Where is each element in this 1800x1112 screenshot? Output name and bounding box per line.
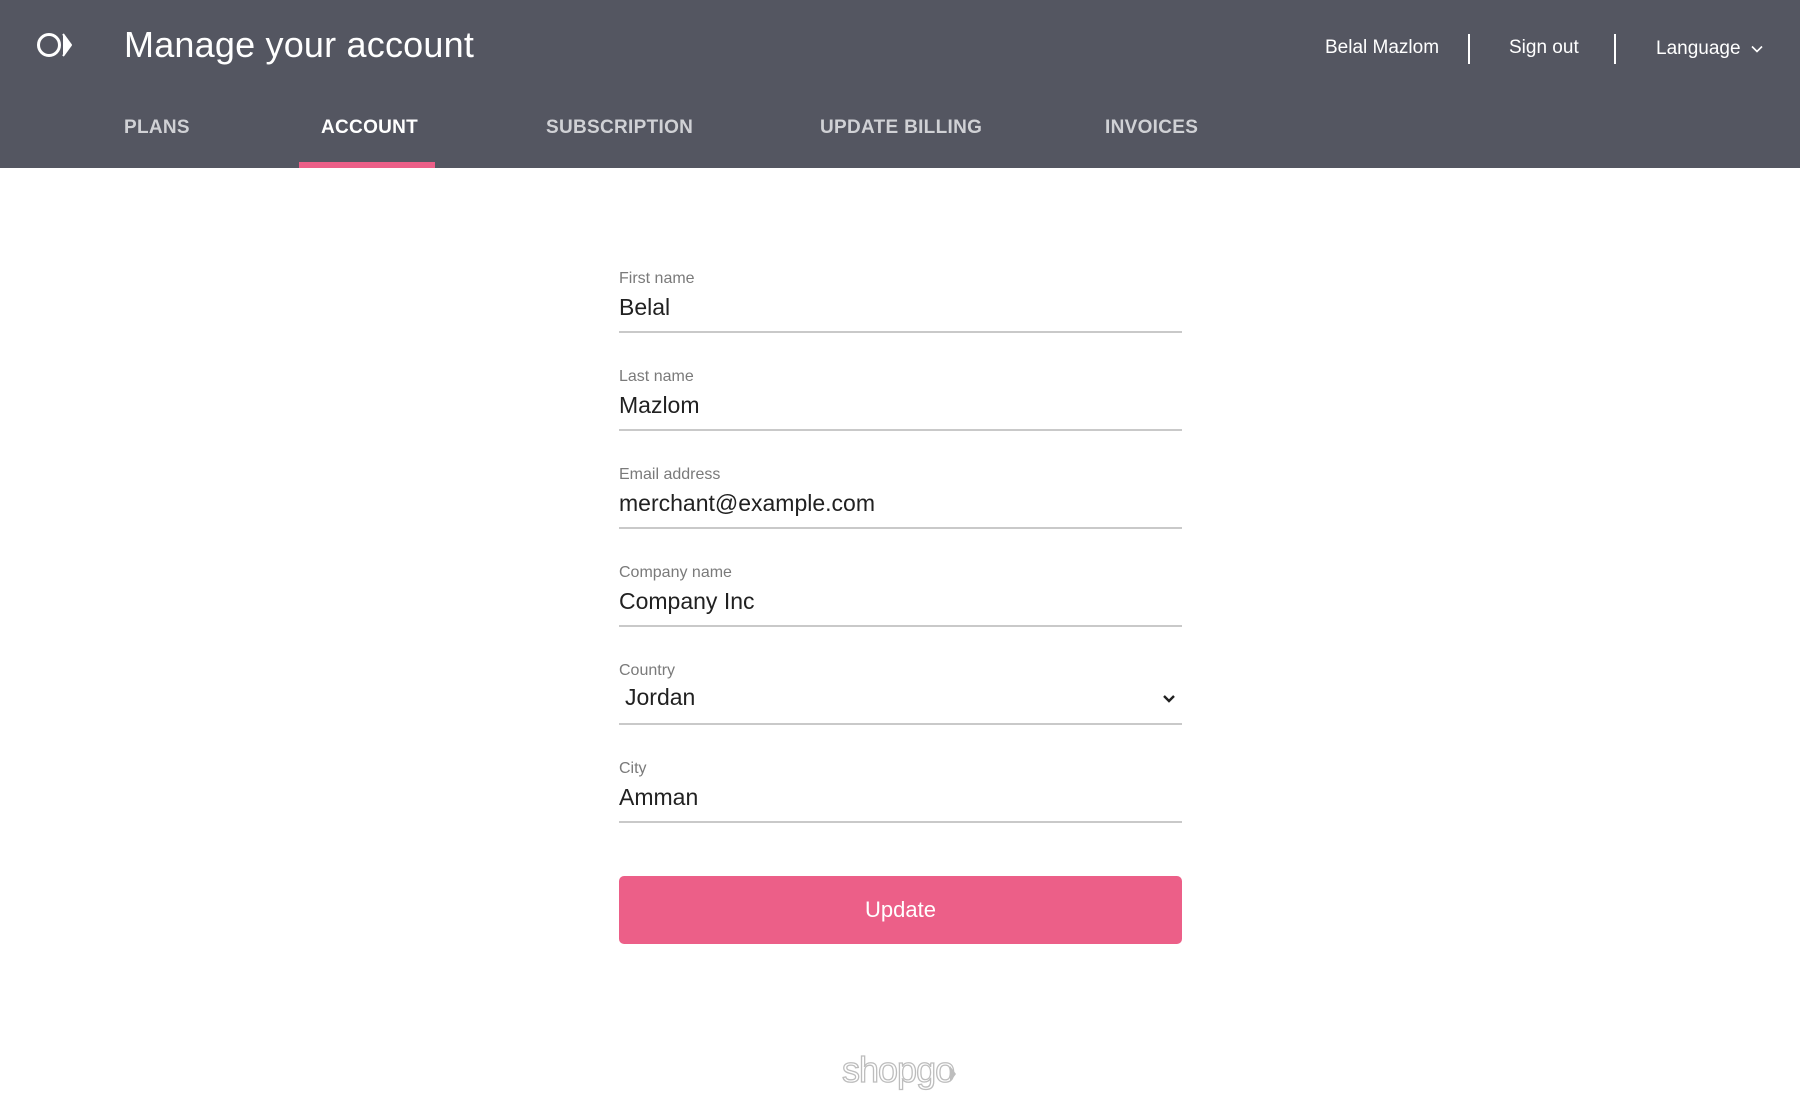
tab-plans[interactable]: PLANS	[124, 117, 190, 139]
tab-account[interactable]: ACCOUNT	[321, 117, 418, 139]
company-label: Company name	[619, 564, 732, 581]
field-underline	[619, 723, 1182, 725]
last-name-field: Last name	[619, 368, 1182, 464]
language-dropdown[interactable]: Language	[1656, 38, 1763, 60]
country-field: Country Jordan	[619, 662, 1182, 758]
tab-invoices[interactable]: INVOICES	[1105, 117, 1198, 139]
page-title: Manage your account	[124, 24, 475, 65]
first-name-input[interactable]	[619, 288, 1182, 322]
footer-brand-text: shopgo	[842, 1050, 954, 1090]
active-tab-indicator	[299, 162, 435, 168]
city-label: City	[619, 760, 647, 777]
chevron-down-icon	[1750, 45, 1763, 53]
last-name-label: Last name	[619, 368, 694, 385]
field-underline	[619, 527, 1182, 529]
company-input[interactable]	[619, 582, 1182, 616]
email-input[interactable]	[619, 484, 1182, 518]
field-underline	[619, 821, 1182, 823]
divider	[1468, 34, 1470, 64]
update-button[interactable]: Update	[619, 876, 1182, 944]
last-name-input[interactable]	[619, 386, 1182, 420]
company-field: Company name	[619, 564, 1182, 660]
email-label: Email address	[619, 466, 721, 483]
field-underline	[619, 331, 1182, 333]
language-label: Language	[1656, 38, 1741, 59]
city-input[interactable]	[619, 778, 1182, 812]
tab-subscription[interactable]: SUBSCRIPTION	[546, 117, 693, 139]
country-selected-value: Jordan	[625, 684, 696, 710]
nav-tabs: PLANS ACCOUNT SUBSCRIPTION UPDATE BILLIN…	[0, 110, 1800, 168]
chevron-down-icon	[1163, 695, 1175, 703]
app-logo-icon[interactable]	[36, 30, 78, 62]
first-name-label: First name	[619, 270, 695, 287]
user-name-link[interactable]: Belal Mazlom	[1325, 37, 1439, 59]
header-bar: Manage your account Belal Mazlom Sign ou…	[0, 0, 1800, 168]
email-field: Email address	[619, 466, 1182, 562]
field-underline	[619, 429, 1182, 431]
field-underline	[619, 625, 1182, 627]
account-form: First name Last name Email address Compa…	[619, 268, 1182, 856]
country-label: Country	[619, 662, 676, 679]
shopgo-logo-icon: shopgo	[842, 1050, 956, 1091]
country-select[interactable]: Jordan	[619, 680, 1182, 714]
divider	[1614, 34, 1616, 64]
first-name-field: First name	[619, 270, 1182, 366]
city-field: City	[619, 760, 1182, 856]
tab-update-billing[interactable]: UPDATE BILLING	[820, 117, 982, 139]
sign-out-link[interactable]: Sign out	[1509, 37, 1579, 59]
